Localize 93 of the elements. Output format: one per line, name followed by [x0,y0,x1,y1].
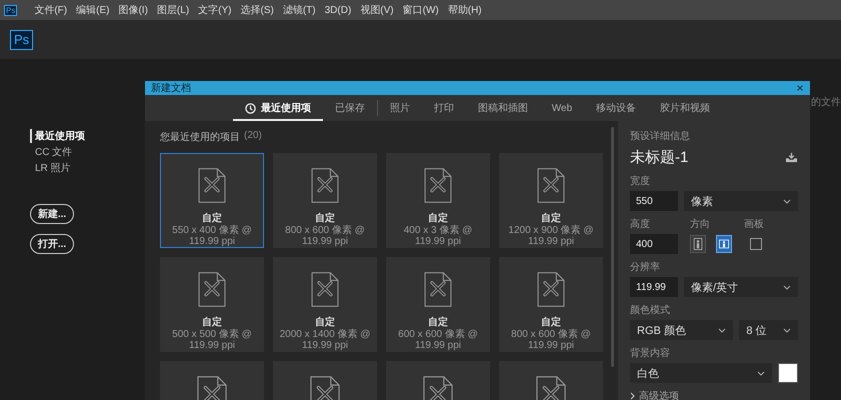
background-text: 的文件 [811,96,841,109]
field-label: 方向 [690,218,711,231]
preset-size: 550 x 400 像素 @ 119.99 ppi [171,225,253,247]
chevron-down-icon [718,328,726,332]
dialog-title: 新建文档 [151,82,191,95]
category-tab[interactable]: 已保存 [322,95,377,121]
menu-item[interactable]: 文字(Y) [198,3,232,17]
preset-title: 自定 [541,211,561,225]
category-tab[interactable]: 移动设备 [584,95,648,121]
preset-size: 400 x 3 像素 @ 119.99 ppi [402,225,474,247]
preset-card[interactable]: 自定 400 x 3 像素 @ 119.99 ppi [386,153,490,248]
artboard-checkbox[interactable] [750,238,762,250]
save-preset-icon[interactable] [785,152,798,163]
preset-card[interactable]: 自定 1200 x 900 像素 @ 119.99 ppi [499,153,603,248]
field-label: 颜色模式 [630,304,671,317]
preset-card[interactable]: 自定 800 x 600 像素 @ 119.99 ppi [273,153,377,248]
scrollbar[interactable] [611,127,614,367]
chevron-down-icon [757,370,765,376]
preset-title: 自定 [428,315,448,329]
sidebar-item[interactable]: 最近使用项 [30,129,85,143]
document-icon [197,168,227,203]
document-name-field[interactable]: 未标题-1 [630,148,688,167]
document-icon [536,168,566,203]
category-tab[interactable]: 照片 [378,95,422,121]
menu-item[interactable]: 图层(L) [156,3,190,17]
preset-title: 自定 [315,211,335,225]
preset-title: 自定 [428,211,448,225]
preset-size: 2000 x 1400 像素 @ 119.99 ppi [278,329,372,351]
bit-depth-dropdown[interactable]: 8 位 [739,320,798,340]
item-count: (20) [244,130,262,143]
document-icon [310,168,340,203]
resolution-field[interactable]: 119.99 [630,277,678,297]
preset-size: 800 x 600 像素 @ 119.99 ppi [284,225,366,247]
document-icon [536,272,566,307]
document-icon [197,272,227,307]
color-swatch[interactable] [778,363,798,383]
category-tab[interactable]: 图稿和插图 [466,95,540,121]
menu-item[interactable]: 图像(I) [118,3,148,17]
menu-item[interactable]: 编辑(E) [76,3,110,17]
person-icon [719,238,729,250]
menu-item[interactable]: 视图(V) [360,3,394,17]
unit-dropdown[interactable]: 像素/英寸 [684,277,798,297]
field-label: 分辨率 [630,260,661,274]
category-tab[interactable]: 胶片和视频 [648,95,722,121]
app-icon: Ps [4,4,18,16]
app-logo: Ps [10,30,34,50]
chevron-down-icon [783,284,791,290]
preset-card[interactable]: 自定 2000 x 1400 像素 @ 119.99 ppi [273,257,377,352]
sidebar-button[interactable]: 新建... [30,204,74,224]
preset-title: 自定 [202,315,222,329]
menu-item[interactable]: 3D(D) [324,4,352,16]
document-icon [423,272,453,307]
menu-item[interactable]: 滤镜(T) [282,3,316,17]
field-label: 画板 [744,218,765,231]
field-label: 预设详细信息 [630,130,691,143]
field-label: 背景内容 [630,346,671,360]
color-mode-dropdown[interactable]: RGB 颜色 [630,320,734,340]
chevron-down-icon [783,198,791,204]
section-heading: 您最近使用的项目 [160,130,240,144]
field-label: 宽度 [630,174,651,188]
background-dropdown[interactable]: 白色 [630,363,772,383]
sidebar-button[interactable]: 打开... [30,234,74,254]
unit-dropdown[interactable]: 像素 [684,191,798,211]
category-tab[interactable]: 打印 [422,95,466,121]
clock-icon [244,102,256,114]
chevron-down-icon [783,328,791,332]
close-icon[interactable] [796,84,804,92]
preset-card[interactable]: 自定 800 x 600 像素 @ 119.99 ppi [499,257,603,352]
menu-item[interactable]: 选择(S) [240,3,274,17]
field-label: 高度 [630,218,651,231]
preset-title: 自定 [541,315,561,329]
height-field[interactable]: 400 [630,234,678,254]
sidebar-item[interactable]: CC 文件 [30,145,72,159]
category-tab[interactable]: Web [540,96,584,120]
person-icon [693,238,703,250]
document-icon [310,272,340,307]
portrait-button[interactable] [690,235,706,253]
preset-title: 自定 [315,315,335,329]
preset-size: 800 x 600 像素 @ 119.99 ppi [510,329,592,351]
menu-item[interactable]: 帮助(H) [448,3,482,17]
menu-item[interactable]: 文件(F) [34,3,68,17]
preset-card[interactable]: 自定 500 x 500 像素 @ 119.99 ppi [160,257,264,352]
preset-size: 1200 x 900 像素 @ 119.99 ppi [507,225,595,247]
menu-item[interactable]: 窗口(W) [402,3,439,17]
preset-card[interactable]: 自定 600 x 600 像素 @ 119.99 ppi [386,257,490,352]
sidebar-item[interactable]: LR 照片 [30,161,71,175]
landscape-button[interactable] [716,235,732,253]
preset-card[interactable]: 自定 550 x 400 像素 @ 119.99 ppi [160,153,264,248]
preset-size: 600 x 600 像素 @ 119.99 ppi [397,329,479,351]
preset-title: 自定 [202,211,222,225]
width-field[interactable]: 550 [630,191,678,211]
document-icon [423,168,453,203]
preset-size: 500 x 500 像素 @ 119.99 ppi [171,329,253,351]
